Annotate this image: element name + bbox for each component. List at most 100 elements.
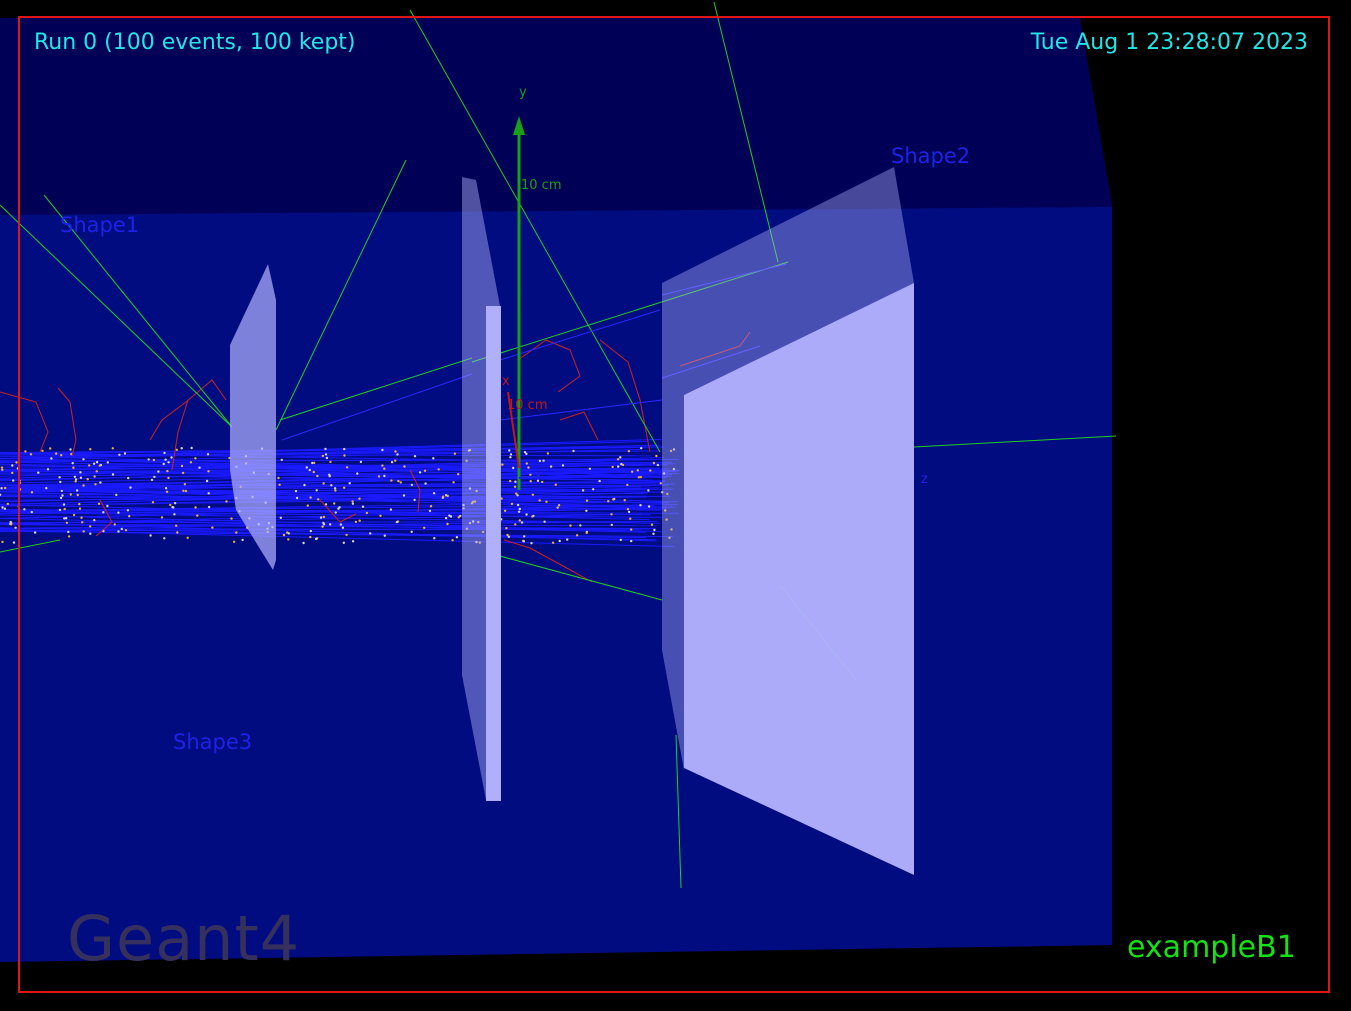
step-point — [329, 460, 332, 464]
step-point — [1, 506, 4, 509]
step-point — [616, 458, 620, 461]
step-point — [86, 478, 89, 481]
step-point — [569, 524, 572, 527]
shape3-label: Shape3 — [173, 730, 253, 754]
step-point — [194, 506, 197, 509]
step-point — [49, 447, 52, 450]
step-point — [295, 496, 299, 500]
detector-scene[interactable] — [0, 0, 1351, 1011]
step-point — [150, 478, 154, 482]
step-point — [128, 515, 131, 518]
step-point — [423, 526, 426, 529]
step-point — [60, 489, 63, 493]
step-point — [11, 471, 14, 475]
step-point — [127, 476, 130, 480]
step-point — [522, 540, 526, 543]
step-point — [518, 507, 521, 511]
step-point — [358, 497, 361, 500]
step-point — [358, 519, 361, 522]
step-point — [356, 472, 359, 475]
step-point — [157, 470, 160, 473]
step-point — [585, 499, 589, 502]
step-point — [607, 500, 610, 503]
x-axis-scale-label: 10 cm — [507, 398, 548, 413]
step-point — [82, 484, 85, 487]
step-point — [512, 466, 515, 470]
step-point — [647, 489, 650, 492]
step-point — [351, 502, 355, 505]
geant4-viewer[interactable]: Run 0 (100 events, 100 kept) Tue Aug 1 2… — [0, 0, 1351, 1011]
example-name-text: exampleB1 — [1127, 930, 1296, 965]
step-point — [652, 461, 656, 465]
step-point — [205, 479, 209, 483]
step-point — [1, 540, 4, 544]
step-point — [508, 449, 511, 452]
step-point — [232, 540, 236, 543]
shape3-volume[interactable] — [486, 306, 501, 801]
step-point — [396, 453, 399, 456]
step-point — [79, 471, 82, 474]
step-point — [626, 508, 630, 511]
step-point — [303, 483, 306, 487]
step-point — [627, 510, 631, 514]
step-point — [67, 535, 71, 538]
step-point — [72, 466, 75, 469]
step-point — [173, 502, 177, 505]
step-point — [11, 464, 14, 467]
step-point — [164, 458, 167, 461]
step-point — [115, 493, 118, 497]
step-point — [312, 470, 315, 474]
step-point — [429, 505, 433, 508]
step-point — [235, 531, 238, 534]
step-point — [345, 533, 348, 537]
step-point — [194, 457, 197, 460]
step-point — [62, 503, 66, 506]
step-point — [630, 539, 633, 543]
step-point — [58, 508, 62, 512]
step-point — [424, 482, 427, 485]
step-point — [0, 466, 4, 469]
step-point — [160, 516, 164, 519]
step-point — [321, 525, 324, 528]
step-point — [89, 532, 92, 535]
step-point — [655, 454, 658, 458]
step-point — [369, 532, 372, 535]
step-point — [102, 511, 105, 514]
step-point — [225, 500, 228, 503]
step-point — [313, 461, 316, 465]
step-point — [129, 486, 132, 489]
step-point — [317, 498, 320, 501]
step-point — [322, 482, 325, 485]
step-point — [390, 479, 393, 482]
step-point — [175, 524, 178, 527]
step-point — [617, 465, 620, 468]
step-point — [389, 508, 393, 511]
step-point — [162, 462, 165, 466]
step-point — [207, 470, 210, 473]
step-point — [527, 466, 530, 469]
step-point — [612, 498, 615, 501]
step-point — [585, 509, 588, 512]
step-point — [93, 519, 96, 522]
step-point — [579, 524, 582, 527]
step-point — [173, 513, 176, 516]
step-point — [124, 529, 128, 532]
step-point — [343, 447, 346, 451]
step-point — [9, 520, 12, 524]
step-point — [457, 516, 460, 519]
step-point — [516, 503, 520, 507]
step-point — [598, 479, 601, 483]
step-point — [190, 446, 193, 450]
step-point — [410, 530, 413, 533]
step-point — [588, 467, 592, 470]
shape1-label: Shape1 — [60, 213, 140, 237]
step-point — [514, 523, 517, 526]
step-point — [630, 528, 633, 531]
step-point — [592, 488, 595, 491]
step-point — [117, 511, 120, 514]
step-point — [659, 482, 662, 485]
step-point — [348, 482, 351, 485]
step-point — [149, 534, 152, 537]
step-point — [321, 454, 325, 458]
step-point — [561, 464, 565, 467]
